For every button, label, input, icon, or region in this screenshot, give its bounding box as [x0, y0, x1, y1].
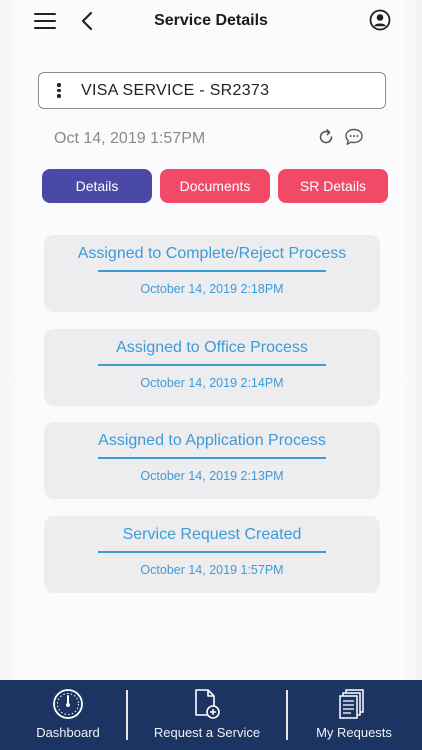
app-header: Service Details	[0, 0, 422, 44]
chat-bubble-icon[interactable]	[344, 127, 364, 147]
refresh-icon[interactable]	[317, 128, 335, 146]
nav-label: Request a Service	[153, 725, 261, 740]
timeline-card: Assigned to Office Process October 14, 2…	[44, 329, 380, 406]
page-title: Service Details	[154, 12, 268, 29]
timeline-date: October 14, 2019 2:14PM	[140, 376, 284, 390]
timeline-status: Assigned to Complete/Reject Process	[77, 245, 347, 262]
timeline-divider	[98, 551, 326, 553]
timeline-status: Assigned to Application Process	[98, 432, 326, 449]
user-profile-icon[interactable]	[369, 9, 391, 31]
request-date: Oct 14, 2019 1:57PM	[54, 130, 206, 147]
screen: Service Details VISA SERVICE - SR2373 Oc…	[0, 0, 422, 750]
tab-documents[interactable]: Documents	[160, 169, 270, 203]
timeline-card: Service Request Created October 14, 2019…	[44, 516, 380, 593]
timeline-date: October 14, 2019 1:57PM	[140, 563, 284, 577]
bottom-navigation: Dashboard Request a Service My Requests	[0, 680, 422, 750]
nav-label: Dashboard	[36, 725, 100, 740]
timeline-divider	[98, 364, 326, 366]
nav-request-service[interactable]: Request a Service	[128, 680, 286, 750]
nav-my-requests[interactable]: My Requests	[286, 680, 422, 750]
left-edge-shadow	[0, 0, 22, 680]
timeline-card: Assigned to Application Process October …	[44, 422, 380, 499]
timeline-date: October 14, 2019 2:13PM	[140, 469, 284, 483]
nav-label: My Requests	[316, 725, 392, 740]
tab-details[interactable]: Details	[42, 169, 152, 203]
tab-sr-details[interactable]: SR Details	[278, 169, 388, 203]
timeline-card: Assigned to Complete/Reject Process Octo…	[44, 235, 380, 312]
right-edge-shadow	[400, 0, 422, 680]
service-name: VISA SERVICE - SR2373	[81, 82, 270, 99]
more-options-icon[interactable]	[56, 83, 62, 99]
timeline-date: October 14, 2019 2:18PM	[140, 282, 284, 296]
document-add-icon	[195, 689, 220, 719]
timeline-divider	[98, 457, 326, 459]
nav-dashboard[interactable]: Dashboard	[0, 680, 136, 750]
documents-stack-icon	[339, 689, 364, 719]
timeline-status: Service Request Created	[122, 526, 302, 543]
timeline-status: Assigned to Office Process	[116, 339, 308, 356]
dashboard-gauge-icon	[53, 689, 83, 719]
service-selector[interactable]: VISA SERVICE - SR2373	[38, 72, 386, 109]
timeline-divider	[98, 270, 326, 272]
